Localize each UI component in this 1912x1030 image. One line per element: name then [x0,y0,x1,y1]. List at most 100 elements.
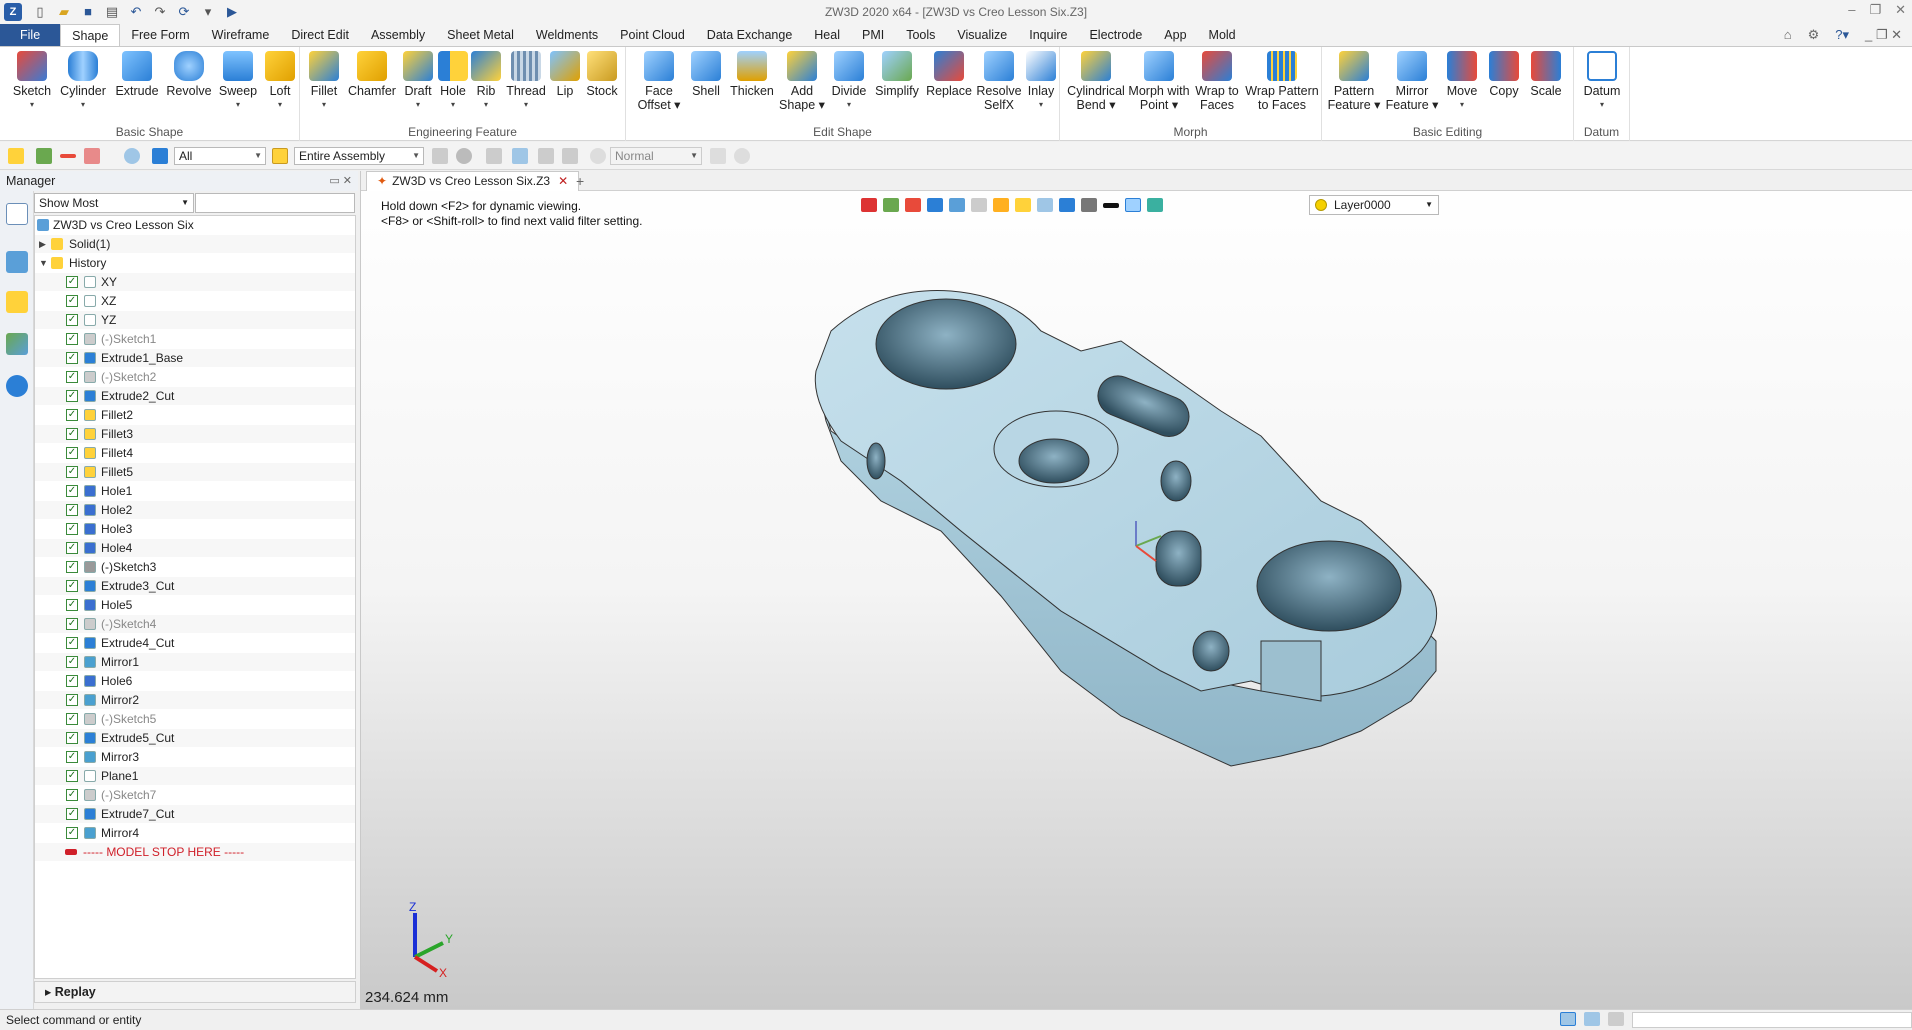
tab-shape[interactable]: Shape [60,24,121,46]
tree-item[interactable]: ✓ Extrude4_Cut [35,634,355,652]
datum-button[interactable]: Datum ▾ [1580,51,1624,112]
tree-item[interactable]: ✓ (-)Sketch7 [35,786,355,804]
inlay-button[interactable]: Inlay ▾ [1024,51,1058,112]
tree-item[interactable]: ✓ Hole6 [35,672,355,690]
panel-icon[interactable] [1608,1012,1624,1026]
tab-heal[interactable]: Heal [803,24,851,46]
restore-icon[interactable]: ❐ [1869,2,1881,18]
revolve-button[interactable]: Revolve [164,51,214,98]
tree-root[interactable]: ZW3D vs Creo Lesson Six [35,216,355,234]
assembly-manager-icon[interactable] [6,251,28,273]
align-right-icon[interactable] [538,148,554,164]
visibility-checkbox[interactable]: ✓ [66,542,78,554]
tree-item[interactable]: ✓ (-)Sketch4 [35,615,355,633]
filter-select[interactable]: All ▼ [174,147,266,165]
tree-history-folder[interactable]: ▼ History [35,254,355,272]
tree-item[interactable]: ✓ (-)Sketch5 [35,710,355,728]
copy-button[interactable]: Copy [1484,51,1524,98]
snap-icon[interactable] [432,148,448,164]
divide-button[interactable]: Divide ▾ [828,51,870,112]
wrap-to-faces-button[interactable]: Wrap to Faces [1192,51,1242,112]
pick-icon[interactable] [8,148,24,164]
tab-inquire[interactable]: Inquire [1018,24,1078,46]
tree-item[interactable]: ✓ Mirror2 [35,691,355,709]
tab-point-cloud[interactable]: Point Cloud [609,24,696,46]
minimize-icon[interactable]: – [1848,2,1855,18]
tab-tools[interactable]: Tools [895,24,946,46]
align-center-icon[interactable] [512,148,528,164]
replay-section[interactable]: ▸ Replay [34,981,356,1003]
tree-item[interactable]: ✓ Mirror3 [35,748,355,766]
visibility-checkbox[interactable]: ✓ [66,618,78,630]
history-manager-icon[interactable] [6,203,28,225]
mirror-feature-button[interactable]: Mirror Feature ▾ [1384,51,1440,112]
tree-item[interactable]: ✓ Fillet5 [35,463,355,481]
visibility-checkbox[interactable]: ✓ [66,808,78,820]
clock-icon[interactable] [590,148,606,164]
tab-mold[interactable]: Mold [1198,24,1247,46]
tree-item[interactable]: ✓ (-)Sketch2 [35,368,355,386]
thread-button[interactable]: Thread ▾ [504,51,548,112]
cylinder-button[interactable]: Cylinder ▾ [58,51,108,112]
tree-item[interactable]: ✓ Plane1 [35,767,355,785]
tree-search-input[interactable] [195,193,355,213]
filter-icon[interactable] [152,148,168,164]
tree-item[interactable]: ✓ (-)Sketch1 [35,330,355,348]
align-left-icon[interactable] [486,148,502,164]
fillet-button[interactable]: Fillet ▾ [304,51,344,112]
visibility-checkbox[interactable]: ✓ [66,466,78,478]
tree-item[interactable]: ✓ Fillet4 [35,444,355,462]
collapse-icon[interactable]: ▼ [39,254,49,272]
cursor-icon[interactable] [562,148,578,164]
tree-item[interactable]: ✓ Fillet3 [35,425,355,443]
image-manager-icon[interactable] [6,333,28,355]
visibility-checkbox[interactable]: ✓ [66,580,78,592]
tree-item[interactable]: ✓ XZ [35,292,355,310]
part-model[interactable] [361,171,1912,1009]
arrow-icon[interactable] [710,148,726,164]
graphics-viewport[interactable]: ✦ ZW3D vs Creo Lesson Six.Z3 ✕ + Hold down… [360,171,1912,1009]
tree-item[interactable]: ✓ Extrude5_Cut [35,729,355,747]
visibility-checkbox[interactable]: ✓ [66,295,78,307]
settings-icon[interactable]: ⚙ [1808,27,1820,43]
visibility-checkbox[interactable]: ✓ [66,523,78,535]
tab-electrode[interactable]: Electrode [1078,24,1153,46]
face-offset-button[interactable]: Face Offset ▾ [634,51,684,112]
tab-sheet-metal[interactable]: Sheet Metal [436,24,525,46]
visibility-checkbox[interactable]: ✓ [66,409,78,421]
rib-button[interactable]: Rib ▾ [470,51,502,112]
tab-free-form[interactable]: Free Form [120,24,200,46]
visibility-checkbox[interactable]: ✓ [66,276,78,288]
visibility-checkbox[interactable]: ✓ [66,694,78,706]
tab-direct-edit[interactable]: Direct Edit [280,24,360,46]
loft-button[interactable]: Loft ▾ [262,51,298,112]
tree-item[interactable]: ✓ Mirror1 [35,653,355,671]
tree-item[interactable]: ✓ YZ [35,311,355,329]
wrap-pattern-button[interactable]: Wrap Pattern to Faces [1244,51,1320,112]
visibility-checkbox[interactable]: ✓ [66,352,78,364]
object-manager-icon[interactable] [6,291,28,313]
show-filter-select[interactable]: Show Most ▼ [34,193,194,213]
tree-solid-folder[interactable]: ▶ Solid(1) [35,235,355,253]
tree-item[interactable]: ✓ XY [35,273,355,291]
visibility-checkbox[interactable]: ✓ [66,333,78,345]
visibility-checkbox[interactable]: ✓ [66,447,78,459]
shell-button[interactable]: Shell [686,51,726,98]
visibility-checkbox[interactable]: ✓ [66,371,78,383]
hole-button[interactable]: Hole ▾ [436,51,470,112]
tab-visualize[interactable]: Visualize [946,24,1018,46]
tree-item[interactable]: ✓ Extrude3_Cut [35,577,355,595]
tree-item[interactable]: ✓ Hole1 [35,482,355,500]
visibility-checkbox[interactable]: ✓ [66,789,78,801]
remove-icon[interactable] [60,154,76,158]
box-select-icon[interactable] [84,148,100,164]
tab-wireframe[interactable]: Wireframe [201,24,281,46]
tab-weldments[interactable]: Weldments [525,24,609,46]
draft-button[interactable]: Draft ▾ [400,51,436,112]
visibility-checkbox[interactable]: ✓ [66,732,78,744]
tree-item[interactable]: ✓ Hole5 [35,596,355,614]
model-stop-marker[interactable]: ----- MODEL STOP HERE ----- [35,843,355,861]
extrude-button[interactable]: Extrude [112,51,162,98]
gear-snap-icon[interactable] [456,148,472,164]
visibility-checkbox[interactable]: ✓ [66,675,78,687]
